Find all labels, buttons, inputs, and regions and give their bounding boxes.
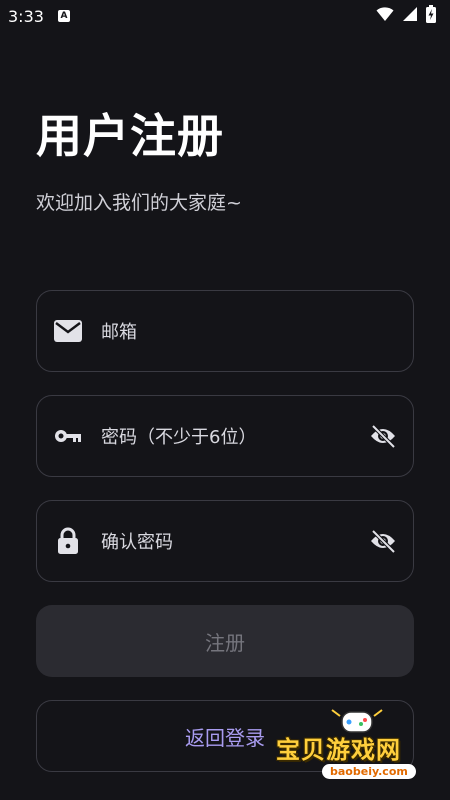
page-title: 用户注册 bbox=[36, 109, 224, 163]
confirm-password-placeholder: 确认密码 bbox=[101, 532, 173, 553]
email-field[interactable]: 邮箱 bbox=[36, 290, 414, 372]
eye-off-icon[interactable] bbox=[367, 525, 399, 557]
password-field[interactable]: 密码（不少于6位） bbox=[36, 395, 414, 477]
cellular-signal-icon bbox=[402, 6, 418, 26]
register-button[interactable]: 注册 bbox=[36, 605, 414, 677]
eye-off-icon[interactable] bbox=[367, 420, 399, 452]
status-right bbox=[376, 5, 436, 27]
key-icon bbox=[53, 421, 83, 451]
watermark-url: baobeiy.com bbox=[322, 764, 416, 779]
email-placeholder: 邮箱 bbox=[101, 322, 137, 343]
confirm-password-field[interactable]: 确认密码 bbox=[36, 500, 414, 582]
accessibility-a-icon: A bbox=[57, 10, 70, 22]
wifi-icon bbox=[376, 6, 394, 26]
status-time: 3:33 bbox=[8, 6, 44, 26]
watermark: 宝贝游戏网 baobeiy.com bbox=[272, 704, 442, 786]
password-placeholder: 密码（不少于6位） bbox=[101, 427, 257, 448]
watermark-text: 宝贝游戏网 bbox=[276, 736, 401, 764]
battery-icon bbox=[426, 5, 436, 27]
status-bar: 3:33 A bbox=[0, 0, 450, 32]
lock-icon bbox=[53, 526, 83, 556]
page-subtitle: 欢迎加入我们的大家庭~ bbox=[36, 192, 242, 214]
status-left: 3:33 A bbox=[8, 7, 70, 26]
mail-icon bbox=[53, 316, 83, 346]
